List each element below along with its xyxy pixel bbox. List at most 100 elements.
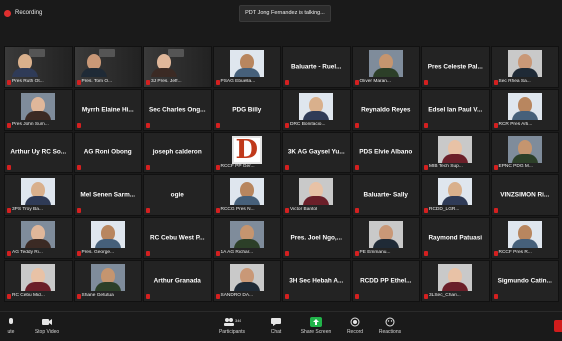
participant-tile[interactable]: Arthur Granada xyxy=(143,260,212,302)
participant-name: Sigmundo Catin... xyxy=(497,277,552,285)
participant-tile[interactable]: RC Cebu Mid... xyxy=(4,260,73,302)
mic-muted-icon xyxy=(146,250,150,256)
participant-tile[interactable]: EPNC PDG M... xyxy=(490,131,559,174)
participant-name: joseph calderon xyxy=(152,148,202,156)
recording-dot-icon xyxy=(4,9,11,17)
participant-tile[interactable]: PDG Billy xyxy=(212,88,281,131)
participant-tile[interactable]: SANDRO DA... xyxy=(212,260,281,302)
participant-name: Reynaldo Reyes xyxy=(361,106,411,114)
participant-tile[interactable]: 1A AG Richar... xyxy=(212,217,281,259)
participant-tile[interactable]: Sigmundo Catin... xyxy=(490,260,559,302)
recording-label: Recording xyxy=(15,10,43,16)
participant-tile[interactable]: VINZSIMON Ri... xyxy=(490,174,559,217)
participants-count: 346 xyxy=(235,318,241,323)
participant-tile[interactable]: Baluarte - Ruel... xyxy=(282,46,351,88)
record-label: Record xyxy=(346,329,364,335)
participant-tile[interactable]: 3J Pres. Jeff... xyxy=(143,46,212,88)
participant-tile[interactable]: Pres John Sum... xyxy=(4,88,73,131)
chat-button[interactable]: Chat xyxy=(266,314,286,341)
participant-name: 1A AG Richar... xyxy=(220,249,254,255)
participant-photo xyxy=(21,92,56,120)
participant-photo xyxy=(438,178,473,206)
participant-tile[interactable]: RCCG Pres N... xyxy=(212,174,281,217)
participant-name: EPNC PDG M... xyxy=(498,164,533,170)
participant-tile[interactable]: 3LSec_Chari... xyxy=(421,260,490,302)
participant-name: Pres Ruth Ot... xyxy=(12,78,44,84)
participant-tile[interactable]: Edsel Ian Paul V... xyxy=(421,88,490,131)
participant-photo xyxy=(507,221,542,249)
participant-tile[interactable]: RCR Pres Arti... xyxy=(490,88,559,131)
participant-tile[interactable]: Pres Ruth Ot... xyxy=(4,46,73,88)
mute-button[interactable]: ute xyxy=(2,314,20,341)
participant-tile[interactable]: joseph calderon xyxy=(143,131,212,174)
reactions-label: Reactions xyxy=(378,329,402,335)
participants-button[interactable]: 346 Participants xyxy=(210,314,254,341)
mic-muted-icon xyxy=(493,293,498,299)
mic-muted-icon xyxy=(146,208,150,214)
participant-name: PDG Billy xyxy=(232,106,262,114)
participant-tile[interactable]: Myrrh Elaine Hi... xyxy=(73,88,142,131)
participant-name: RCCF PP Ger... xyxy=(220,164,255,170)
participant-tile[interactable]: RCCF Pres R... xyxy=(490,217,559,259)
participant-tile[interactable]: Sec Rhea Sa... xyxy=(490,46,559,88)
participant-tile[interactable]: Pres. Tom O... xyxy=(73,46,142,88)
participant-photo xyxy=(299,178,334,206)
participant-tile[interactable]: PDS Elvie Albano xyxy=(351,131,420,174)
participant-tile[interactable]: Pres. Joel Ngo,... xyxy=(282,217,351,259)
participant-tile[interactable]: Sec Charles Ong... xyxy=(143,88,212,131)
mic-muted-icon xyxy=(285,250,289,256)
participant-tile[interactable]: Shane Getutua xyxy=(73,260,142,302)
share-screen-button[interactable]: Share Screen xyxy=(298,314,334,341)
participant-tile[interactable]: Victor Bantol xyxy=(282,174,351,217)
participant-name: RC Cebu West P... xyxy=(150,234,205,242)
participant-photo xyxy=(438,135,473,163)
participant-tile[interactable]: AG Roni Obong xyxy=(73,131,142,174)
participant-photo xyxy=(368,221,403,249)
participant-tile[interactable]: Mel Senen Sarm... xyxy=(73,174,142,217)
participant-tile[interactable]: Pres. George... xyxy=(73,217,142,259)
participant-name: PDS Elvie Albano xyxy=(359,148,413,156)
participant-tile[interactable]: AG Teddy Ri... xyxy=(4,217,73,259)
participant-photo xyxy=(21,264,56,291)
participant-tile[interactable]: RCDD PP Ethel... xyxy=(351,260,420,302)
participant-photo xyxy=(229,264,264,291)
stop-video-button[interactable]: Stop Video xyxy=(28,314,66,341)
participant-tile[interactable]: DRC Bonifacio... xyxy=(282,88,351,131)
participant-tile[interactable]: Pres Celeste Pal... xyxy=(421,46,490,88)
participant-tile[interactable]: RCDD_LGR... xyxy=(421,174,490,217)
mic-muted-icon xyxy=(146,122,150,128)
mic-muted-icon xyxy=(7,165,11,171)
participant-name: Pres. Joel Ngo,... xyxy=(290,234,343,242)
record-button[interactable]: Record xyxy=(342,314,368,341)
mic-muted-icon xyxy=(146,293,150,299)
participant-name: Myrrh Elaine Hi... xyxy=(81,106,134,114)
end-meeting-button[interactable] xyxy=(554,320,562,332)
participant-tile[interactable]: Raymond Patuasi xyxy=(421,217,490,259)
stop-video-label: Stop Video xyxy=(34,329,60,335)
participants-icon: 346 xyxy=(224,318,241,326)
participant-tile[interactable]: PSAG Ebuella... xyxy=(212,46,281,88)
participant-tile[interactable]: Arthur Uy RC So... xyxy=(4,131,73,174)
participant-tile[interactable]: ogie xyxy=(143,174,212,217)
participant-name: MIB Tech Sup... xyxy=(429,164,463,170)
participant-tile[interactable]: Reynaldo Reyes xyxy=(351,88,420,131)
participant-tile[interactable]: 3K AG Gaysel Yu... xyxy=(282,131,351,174)
mic-muted-icon xyxy=(424,122,428,128)
participant-tile[interactable]: Oliver Maran... xyxy=(351,46,420,88)
participant-avatar-logo: D xyxy=(231,135,262,164)
participant-tile[interactable]: PE Emmanu... xyxy=(351,217,420,259)
participant-tile[interactable]: Baluarte- Sally xyxy=(351,174,420,217)
participant-tile[interactable]: 3H Sec Hebah A... xyxy=(282,260,351,302)
participant-photo xyxy=(77,50,111,77)
participant-photo xyxy=(507,135,542,163)
participant-name: Pres John Sum... xyxy=(12,121,49,127)
participant-name: 3PS Troy Ba... xyxy=(12,207,43,213)
participant-tile[interactable]: D RCCF PP Ger... xyxy=(212,131,281,174)
participant-tile[interactable]: MIB Tech Sup... xyxy=(421,131,490,174)
participant-photo xyxy=(90,221,125,249)
reactions-button[interactable]: Reactions xyxy=(374,314,406,341)
participant-tile[interactable]: RC Cebu West P... xyxy=(143,217,212,259)
mic-muted-icon xyxy=(424,79,428,85)
mic-muted-icon xyxy=(354,122,359,128)
participant-tile[interactable]: 3PS Troy Ba... xyxy=(4,174,73,217)
